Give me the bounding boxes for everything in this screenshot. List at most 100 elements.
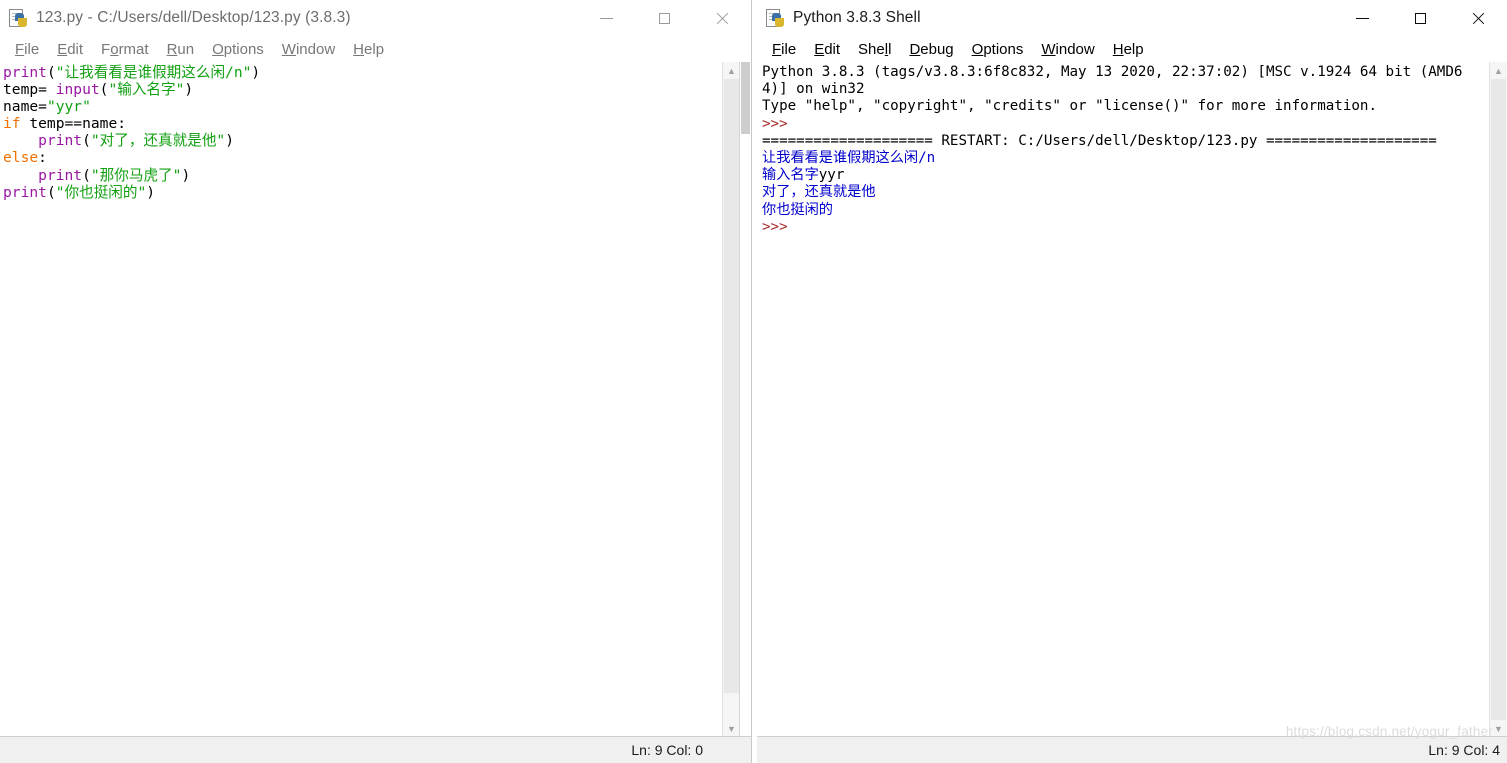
token-plain: : [38, 149, 47, 167]
editor-window-controls [577, 0, 751, 36]
shell-menu-help[interactable]: Help [1104, 41, 1153, 58]
shell-menu-options[interactable]: Options [963, 41, 1033, 58]
text-line: 让我看看是谁假期这么闲/n [762, 150, 1485, 167]
token-builtin: print [38, 132, 83, 150]
text-line: if temp==name: [3, 115, 723, 132]
token-plain: ( [46, 183, 56, 201]
editor-menubar: File Edit Format Run Options Window Help [0, 36, 751, 62]
token-black: ==================== RESTART: C:/Users/d… [762, 132, 1437, 149]
editor-menu-help[interactable]: Help [344, 41, 393, 58]
shell-vertical-scrollbar[interactable]: ▲ ▼ [1489, 62, 1507, 737]
scroll-up-icon[interactable]: ▲ [1490, 62, 1507, 79]
maximize-button[interactable] [1391, 0, 1449, 36]
token-output: 对了，还真就是他 [762, 184, 876, 201]
token-plain: ) [146, 183, 156, 201]
text-line: temp= input("输入名字") [3, 81, 723, 98]
shell-menu-debug[interactable]: Debug [900, 41, 962, 58]
editor-menu-window[interactable]: Window [273, 41, 344, 58]
token-plain: ) [181, 166, 191, 184]
token-string: "让我看看是谁假期这么闲/n" [55, 64, 252, 81]
token-prompt: >>> [762, 115, 788, 132]
token-output: 你也挺闲的 [762, 201, 833, 218]
maximize-button[interactable] [635, 0, 693, 36]
text-line: print("对了，还真就是他") [3, 132, 723, 149]
token-builtin: print [3, 183, 47, 201]
text-line: Python 3.8.3 (tags/v3.8.3:6f8c832, May 1… [762, 64, 1485, 98]
token-builtin: print [38, 166, 83, 184]
minimize-icon [1355, 17, 1369, 19]
text-line: >>> [762, 219, 1485, 236]
editor-outer-scroll-thumb[interactable] [741, 62, 750, 134]
shell-titlebar: Python 3.8.3 Shell [757, 0, 1507, 36]
token-keyword: if [3, 115, 21, 133]
token-plain: temp==name: [20, 115, 127, 133]
text-line: print("你也挺闲的") [3, 184, 723, 201]
minimize-button[interactable] [577, 0, 635, 36]
editor-scroll-thumb[interactable] [724, 79, 739, 693]
token-string: "你也挺闲的" [55, 183, 147, 201]
idle-shell-window: Python 3.8.3 Shell File Edit Shell Debug Opt… [757, 0, 1507, 763]
editor-menu-format[interactable]: Format [92, 41, 158, 58]
editor-code-text: print("让我看看是谁假期这么闲/n") temp= input("输入名字"… [3, 64, 723, 201]
python-idle-icon [9, 8, 28, 28]
close-button[interactable] [693, 0, 751, 36]
text-line: print("让我看看是谁假期这么闲/n") [3, 64, 723, 81]
token-builtin: print [3, 64, 47, 81]
token-plain: temp= [3, 81, 56, 99]
editor-window-title: 123.py - C:/Users/dell/Desktop/123.py (3… [36, 9, 351, 26]
shell-text-pane[interactable]: Python 3.8.3 (tags/v3.8.3:6f8c832, May 1… [757, 62, 1507, 737]
token-string: "那你马虎了" [90, 166, 182, 184]
text-line: 输入名字yyr [762, 167, 1485, 184]
token-output: 让我看看是谁假期这么闲/n [762, 150, 936, 167]
minimize-button[interactable] [1333, 0, 1391, 36]
token-plain: ( [82, 166, 91, 184]
token-plain: ) [251, 64, 261, 81]
token-string: "yyr" [46, 98, 91, 116]
text-line: 对了，还真就是他 [762, 184, 1485, 201]
shell-scroll-thumb[interactable] [1491, 79, 1506, 720]
token-black: Python 3.8.3 (tags/v3.8.3:6f8c832, May 1… [762, 64, 1463, 98]
token-plain: ) [184, 81, 194, 99]
editor-menu-file[interactable]: File [6, 41, 48, 58]
text-line: ==================== RESTART: C:/Users/d… [762, 133, 1485, 150]
text-line: else: [3, 149, 723, 166]
editor-outer-scrollbar[interactable] [739, 62, 751, 737]
idle-editor-window: 123.py - C:/Users/dell/Desktop/123.py (3… [0, 0, 752, 763]
close-button[interactable] [1449, 0, 1507, 36]
token-keyword: else [3, 149, 39, 167]
shell-window-controls [1333, 0, 1507, 36]
text-line: 你也挺闲的 [762, 202, 1485, 219]
shell-menu-file[interactable]: File [763, 41, 805, 58]
token-plain: name= [3, 98, 47, 116]
token-plain: ) [225, 132, 235, 150]
text-line: Type "help", "copyright", "credits" or "… [762, 98, 1485, 115]
shell-menu-shell[interactable]: Shell [849, 41, 900, 58]
editor-menu-options[interactable]: Options [203, 41, 273, 58]
scroll-up-icon[interactable]: ▲ [723, 62, 740, 79]
maximize-icon [1414, 12, 1426, 24]
text-line: name="yyr" [3, 98, 723, 115]
editor-menu-edit[interactable]: Edit [48, 41, 92, 58]
editor-menu-run[interactable]: Run [158, 41, 204, 58]
close-icon [1471, 11, 1486, 26]
shell-statusbar: Ln: 9 Col: 4 [757, 736, 1507, 763]
editor-statusbar: Ln: 9 Col: 0 [0, 736, 751, 763]
shell-menu-window[interactable]: Window [1032, 41, 1103, 58]
shell-menu-edit[interactable]: Edit [805, 41, 849, 58]
token-output: 输入名字 [762, 167, 819, 184]
shell-cursor-position: Ln: 9 Col: 4 [1428, 742, 1500, 758]
editor-text-pane[interactable]: print("让我看看是谁假期这么闲/n") temp= input("输入名字"… [0, 62, 751, 737]
scroll-down-icon[interactable]: ▼ [1490, 720, 1507, 737]
editor-vertical-scrollbar[interactable]: ▲ ▼ [722, 62, 740, 737]
text-line: >>> [762, 116, 1485, 133]
text-line: print("那你马虎了") [3, 167, 723, 184]
editor-cursor-position: Ln: 9 Col: 0 [631, 742, 703, 758]
scroll-down-icon[interactable]: ▼ [723, 720, 740, 737]
editor-titlebar: 123.py - C:/Users/dell/Desktop/123.py (3… [0, 0, 751, 36]
maximize-icon [658, 12, 670, 24]
minimize-icon [599, 17, 613, 19]
token-plain: ( [46, 64, 56, 81]
token-string: "输入名字" [108, 81, 185, 99]
